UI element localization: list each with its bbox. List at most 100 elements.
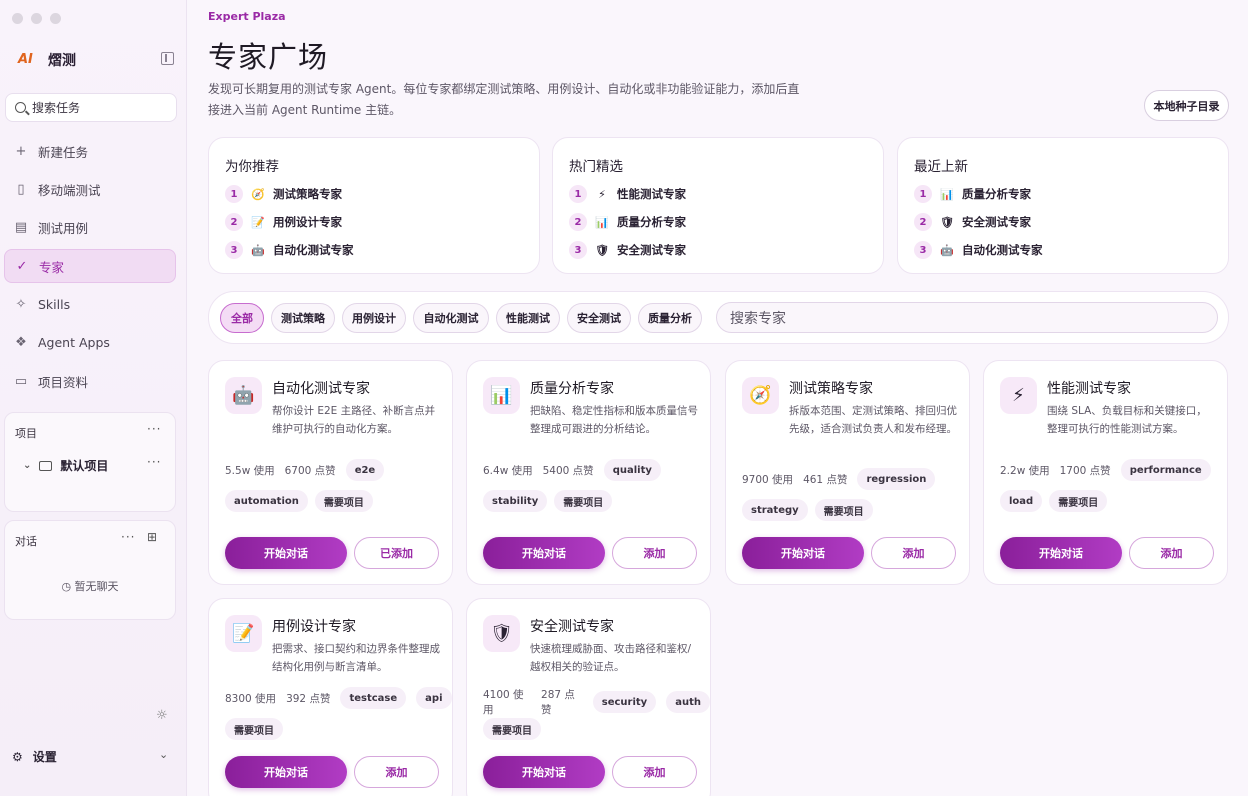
- start-chat-button[interactable]: 开始对话: [225, 756, 347, 788]
- expert-stats: 6.4w 使用 5400 点赞 quality: [483, 459, 661, 481]
- theme-toggle-icon[interactable]: ☼: [156, 708, 168, 723]
- minimize-window-button[interactable]: [31, 13, 42, 24]
- filter-chip-all[interactable]: 全部: [220, 303, 264, 333]
- new-item[interactable]: 1 📊 质量分析专家: [914, 185, 1031, 203]
- sidebar-item-agent-apps[interactable]: ❖ Agent Apps: [4, 326, 176, 360]
- tag: 需要项目: [554, 490, 613, 512]
- expert-description: 围绕 SLA、负载目标和关键接口，整理可执行的性能测试方案。: [1047, 405, 1207, 435]
- expert-stats: 8300 使用 392 点赞 testcase api: [225, 687, 452, 709]
- tag: security: [592, 691, 657, 713]
- recommend-card: 为你推荐 1 🧭 测试策略专家 2 📝 用例设计专家 3 🤖 自动化测试专家: [208, 137, 540, 274]
- robot-icon: 🤖: [251, 243, 265, 257]
- expert-name: 自动化测试专家: [273, 243, 354, 257]
- tag: e2e: [345, 459, 385, 481]
- expert-search-input[interactable]: 搜索专家: [716, 302, 1218, 333]
- expert-card-automation: 🤖 自动化测试专家 帮你设计 E2E 主路径、补断言点并维护可执行的自动化方案。…: [208, 360, 453, 585]
- sidebar-item-experts[interactable]: ✓ 专家: [4, 249, 176, 284]
- start-chat-button[interactable]: 开始对话: [1000, 537, 1122, 569]
- settings-button[interactable]: ⚙ 设置: [12, 748, 57, 765]
- added-button[interactable]: 已添加: [354, 537, 439, 569]
- like-count: 5400 点赞: [542, 464, 594, 477]
- new-item[interactable]: 2 🛡 安全测试专家: [914, 213, 1031, 231]
- expert-stats: 5.5w 使用 6700 点赞 e2e: [225, 459, 385, 481]
- hot-picks-title: 热门精选: [569, 159, 623, 175]
- expert-name: 性能测试专家: [617, 187, 686, 201]
- add-button[interactable]: 添加: [354, 756, 439, 788]
- usage-count: 8300 使用: [225, 692, 277, 705]
- expert-name: 质量分析专家: [617, 215, 686, 229]
- start-chat-button[interactable]: 开始对话: [742, 537, 864, 569]
- expert-name: 测试策略专家: [789, 381, 873, 397]
- hot-item[interactable]: 3 🛡 安全测试专家: [569, 241, 686, 259]
- new-arrivals-card: 最近上新 1 📊 质量分析专家 2 🛡 安全测试专家 3 🤖 自动化测试专家: [897, 137, 1229, 274]
- sidebar-item-new-task[interactable]: + 新建任务: [4, 134, 176, 168]
- add-button[interactable]: 添加: [871, 537, 956, 569]
- add-button[interactable]: 添加: [1129, 537, 1214, 569]
- tag: automation: [225, 490, 308, 512]
- add-button[interactable]: 添加: [612, 537, 697, 569]
- sidebar-nav: + 新建任务 ▯ 移动端测试 ▤ 测试用例 ✓ 专家 ✧ Skills ❖ Agent Ap…: [4, 134, 176, 403]
- recommend-item[interactable]: 2 📝 用例设计专家: [225, 213, 342, 231]
- sidebar-item-label: 新建任务: [38, 144, 89, 160]
- add-button[interactable]: 添加: [612, 756, 697, 788]
- robot-icon: 🤖: [940, 243, 954, 257]
- rank-badge: 1: [225, 185, 243, 203]
- apps-icon: ❖: [15, 335, 27, 351]
- expert-card-quality: 📊 质量分析专家 把缺陷、稳定性指标和版本质量信号整理成可跟进的分析结论。 6.…: [466, 360, 711, 585]
- expert-card-security: 🛡 安全测试专家 快速梳理威胁面、攻击路径和鉴权/越权相关的验证点。 4100 …: [466, 598, 711, 796]
- expert-name: 自动化测试专家: [272, 381, 370, 397]
- lightning-icon: ⚡: [1000, 377, 1037, 414]
- start-chat-button[interactable]: 开始对话: [225, 537, 347, 569]
- filter-chip-strategy[interactable]: 测试策略: [271, 303, 335, 333]
- chevron-down-icon[interactable]: ⌄: [159, 748, 168, 761]
- sidebar-item-label: Skills: [38, 297, 71, 313]
- folder-icon: [39, 460, 53, 471]
- tag-row: 需要项目: [483, 718, 541, 740]
- close-window-button[interactable]: [12, 13, 23, 24]
- new-chat-icon[interactable]: ⊞: [147, 530, 158, 544]
- filter-chip-quality[interactable]: 质量分析: [638, 303, 702, 333]
- new-item[interactable]: 3 🤖 自动化测试专家: [914, 241, 1043, 259]
- sidebar-item-mobile-testing[interactable]: ▯ 移动端测试: [4, 172, 176, 206]
- maximize-window-button[interactable]: [50, 13, 61, 24]
- sidebar-item-label: 专家: [39, 259, 65, 275]
- start-chat-button[interactable]: 开始对话: [483, 756, 605, 788]
- tag: 需要项目: [814, 499, 873, 521]
- filter-chip-automation[interactable]: 自动化测试: [413, 303, 489, 333]
- sidebar-item-test-cases[interactable]: ▤ 测试用例: [4, 211, 176, 245]
- usage-count: 6.4w 使用: [483, 464, 533, 477]
- sidebar-item-project-docs[interactable]: ▭ 项目资料: [4, 364, 176, 398]
- expert-description: 把需求、接口契约和边界条件整理成结构化用例与断言清单。: [272, 643, 440, 673]
- recommend-item[interactable]: 1 🧭 测试策略专家: [225, 185, 342, 203]
- chart-icon: 📊: [483, 377, 520, 414]
- chart-icon: 📊: [595, 215, 609, 229]
- recommend-card-title: 为你推荐: [225, 159, 279, 175]
- project-item-default[interactable]: ⌄ 默认项目: [23, 457, 108, 474]
- filter-chip-security[interactable]: 安全测试: [567, 303, 631, 333]
- hot-item[interactable]: 2 📊 质量分析专家: [569, 213, 686, 231]
- usage-count: 9700 使用: [742, 473, 794, 486]
- hot-item[interactable]: 1 ⚡ 性能测试专家: [569, 185, 686, 203]
- projects-more-icon[interactable]: ···: [147, 422, 161, 436]
- chats-more-icon[interactable]: ···: [121, 530, 135, 544]
- chevron-down-icon[interactable]: ⌄: [23, 460, 31, 471]
- filter-chip-performance[interactable]: 性能测试: [496, 303, 560, 333]
- tag: stability: [483, 490, 548, 512]
- project-more-icon[interactable]: ···: [147, 455, 161, 469]
- task-search-input[interactable]: 搜索任务: [5, 93, 177, 122]
- sidebar-item-label: 移动端测试: [38, 182, 101, 198]
- gear-icon: ⚙: [12, 749, 23, 764]
- recommend-item[interactable]: 3 🤖 自动化测试专家: [225, 241, 354, 259]
- tag-row: strategy 需要项目: [742, 499, 873, 521]
- start-chat-button[interactable]: 开始对话: [483, 537, 605, 569]
- empty-chat-text: 暂无聊天: [74, 580, 119, 593]
- usage-count: 2.2w 使用: [1000, 464, 1050, 477]
- search-placeholder: 搜索任务: [32, 101, 81, 115]
- sidebar-item-skills[interactable]: ✧ Skills: [4, 288, 176, 322]
- rank-badge: 3: [225, 241, 243, 259]
- app-name: 熠测: [48, 53, 76, 69]
- local-seed-catalog-button[interactable]: 本地种子目录: [1144, 90, 1229, 121]
- filter-chip-case-design[interactable]: 用例设计: [342, 303, 406, 333]
- collapse-sidebar-icon[interactable]: [161, 52, 174, 65]
- tag: 需要项目: [483, 718, 541, 740]
